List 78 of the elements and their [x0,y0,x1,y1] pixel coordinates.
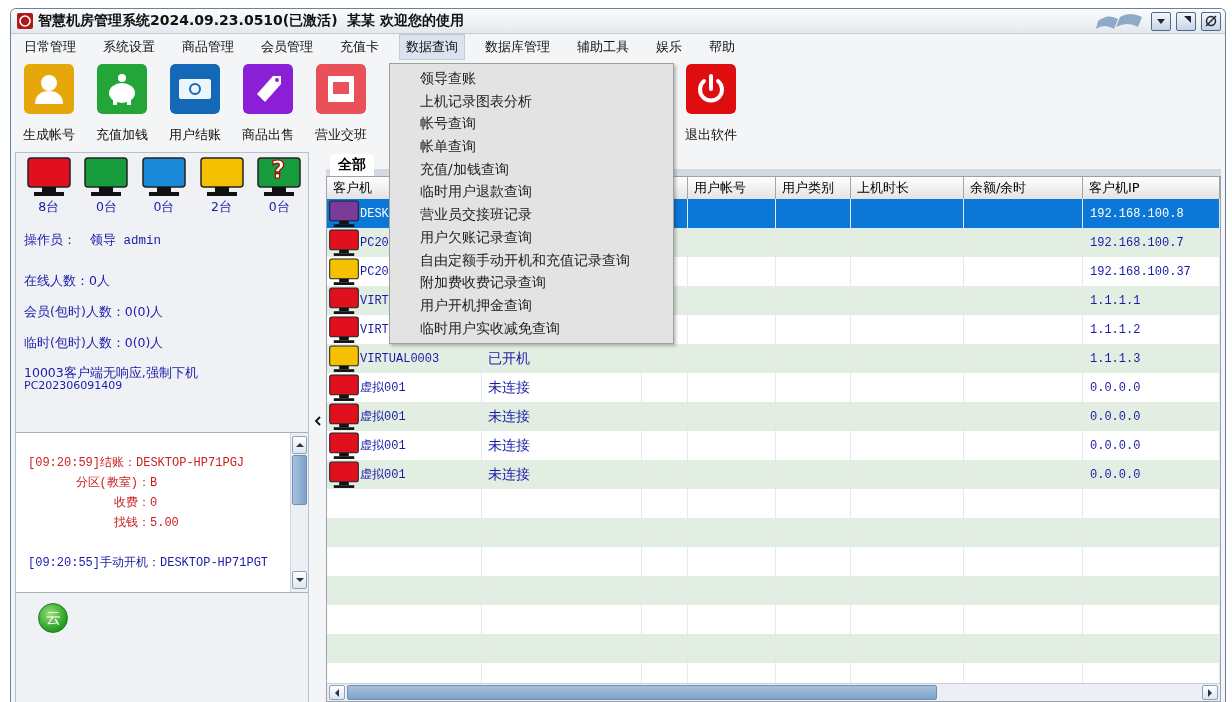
table-row[interactable]: VIRTUAL0003 已开机 1.1.1.3 [327,344,1220,373]
client-ip: 1.1.1.1 [1090,293,1141,308]
toolbar-button[interactable]: 营业交班 [311,64,371,152]
client-name: 虚拟001 [360,467,406,483]
log-field-label: 收费： [113,495,150,512]
log-line: [09:20:59]结账：DESKTOP-HP71PGJ [28,455,246,472]
stat-text: 临时(包时)人数：0(0)人 [24,335,164,352]
operator-label: 操作员： [24,232,76,249]
notice-text: 10003客户端无响应,强制下机 [24,366,199,379]
dropdown-item[interactable]: 领导查账 [390,67,673,90]
client-ip: 1.1.1.3 [1090,351,1141,366]
toolbar-button[interactable]: 生成帐号 [19,64,79,152]
machine-count: 0台 [153,199,175,216]
client-ip: 192.168.100.7 [1090,235,1184,250]
client-ip: 0.0.0.0 [1090,409,1141,424]
table-row[interactable]: 虚拟001 未连接 0.0.0.0 [327,460,1220,489]
table-row[interactable]: 虚拟001 未连接 0.0.0.0 [327,373,1220,402]
client-name: 虚拟001 [360,380,406,396]
client-ip: 192.168.100.37 [1090,264,1191,279]
menu-item[interactable]: 数据查询 [399,34,465,60]
table-row[interactable]: 虚拟001 未连接 0.0.0.0 [327,431,1220,460]
menu-item[interactable]: 帮助 [702,34,742,60]
window-title: 智慧机房管理系统2024.09.23.0510(已激活) 某某 欢迎您的使用 [38,12,466,30]
client-ip: 0.0.0.0 [1090,438,1141,453]
dropdown-item[interactable]: 帐单查询 [390,135,673,158]
menu-item[interactable]: 娱乐 [649,34,689,60]
menu-item[interactable]: 会员管理 [254,34,320,60]
dropdown-item[interactable]: 用户开机押金查询 [390,293,673,317]
machine-count: 0台 [268,199,290,216]
dropdown-item[interactable]: 临时用户实收减免查询 [390,316,673,340]
client-ip: 0.0.0.0 [1090,380,1141,395]
toolbar-button[interactable]: 商品出售 [238,64,298,152]
status-text: 未连接 [488,436,530,455]
dropdown-item[interactable]: 帐号查询 [390,112,673,136]
tab[interactable]: 全部 [330,154,374,176]
status-text: 已开机 [488,349,530,368]
client-name: DESK [360,206,389,221]
status-text: 未连接 [488,465,530,484]
machine-count: 8台 [38,199,60,216]
menu-item[interactable]: 系统设置 [96,34,162,60]
client-ip: 1.1.1.2 [1090,322,1141,337]
machine-count: 0台 [95,199,117,216]
log-field-value: 0 [150,495,159,512]
client-name: 虚拟001 [360,438,406,454]
client-name: VIRT [360,293,389,308]
log-line: [09:20:55]手动开机：DESKTOP-HP71PGT [28,555,270,572]
stat-text: 会员(包时)人数：0(0)人 [24,304,164,321]
machine-count: 2台 [211,199,233,216]
client-name: VIRT [360,322,389,337]
table-row[interactable]: 虚拟001 未连接 0.0.0.0 [327,402,1220,431]
client-name: PC20 [360,235,389,250]
status-text: 未连接 [488,407,530,426]
notice-text: PC202306091409 [24,379,124,392]
log-field-value: 5.00 [150,515,179,532]
client-ip: 0.0.0.0 [1090,467,1141,482]
toolbar-button[interactable]: 用户结账 [165,64,225,152]
menu-item[interactable]: 商品管理 [175,34,241,60]
client-name: 虚拟001 [360,409,406,425]
menu-item[interactable]: 日常管理 [17,34,83,60]
menu-item[interactable]: 充值卡 [333,34,386,60]
question-mark: ? [271,157,286,183]
client-name: VIRTUAL0003 [360,351,440,366]
dropdown-item[interactable]: 营业员交接班记录 [390,203,673,226]
log-field-value: B [150,475,159,492]
menu-item[interactable]: 数据库管理 [478,34,557,60]
toolbar-button[interactable]: 充值加钱 [92,64,152,152]
log-field-label: 找钱： [113,515,150,532]
client-ip: 192.168.100.8 [1090,206,1184,221]
toolbar-button[interactable]: 退出软件 [681,64,741,152]
dropdown-item[interactable]: 充值/加钱查询 [390,157,673,181]
status-text: 未连接 [488,378,530,397]
log-field-label: 分区(教室)： [74,475,150,492]
dropdown-item[interactable]: 上机记录图表分析 [390,89,673,113]
client-name: PC20 [360,264,389,279]
operator-name: 领导 admin [90,232,161,249]
stat-text: 在线人数：0人 [24,273,110,290]
menu-item[interactable]: 辅助工具 [570,34,636,60]
dropdown-item[interactable]: 用户欠账记录查询 [390,225,673,249]
